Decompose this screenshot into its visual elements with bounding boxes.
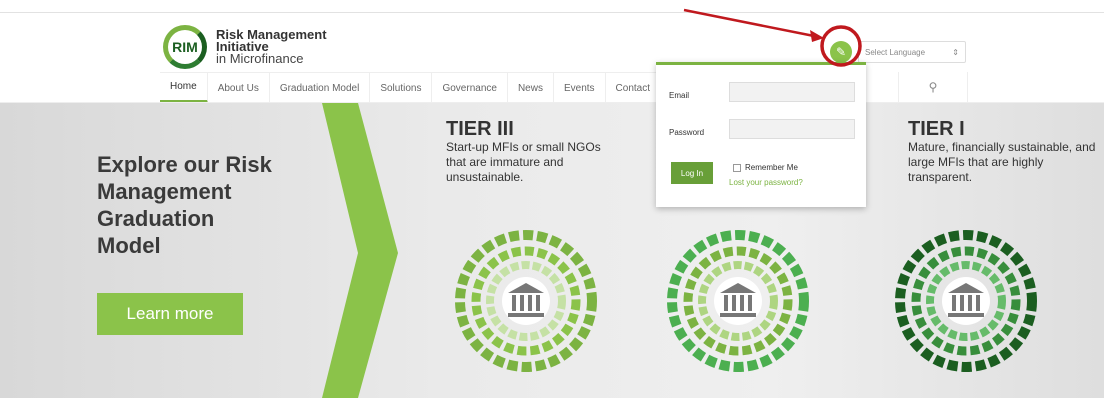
site-header: RIM Risk Management Initiative in Microf… [0,13,1104,71]
nav-news[interactable]: News [508,73,554,103]
nav-governance[interactable]: Governance [432,73,508,103]
hero-banner: Explore our Risk Management Graduation M… [0,103,1104,398]
tier3-title: TIER III [446,118,514,140]
tier1-title: TIER I [908,118,965,140]
tier3-description: Start-up MFIs or small NGOs that are imm… [446,140,601,184]
tier3-block: TIER III Start-up MFIs or small NGOs tha… [446,118,616,185]
login-button[interactable]: Log In [671,162,713,184]
tier1-description: Mature, financially sustainable, and lar… [908,140,1096,184]
tier1-block: TIER I Mature, financially sustainable, … [908,118,1098,185]
nav-contact[interactable]: Contact [606,73,662,103]
lost-password-link[interactable]: Lost your password? [729,178,803,187]
login-dropdown: Email Password Log In Remember Me Lost y… [656,62,866,207]
nav-events[interactable]: Events [554,73,606,103]
remember-me-checkbox[interactable] [733,163,741,172]
email-field[interactable] [729,82,855,102]
site-logo[interactable]: RIM Risk Management Initiative in Microf… [163,25,327,69]
tier2-wheel-icon [667,230,809,372]
nav-home[interactable]: Home [160,73,208,103]
search-icon[interactable]: ⚲ [898,72,968,102]
language-selector: ✎ Select Language ⇕ [830,41,966,63]
email-label: Email [669,91,690,100]
learn-more-button[interactable]: Learn more [97,293,243,335]
nav-about-us[interactable]: About Us [208,73,270,103]
remember-me[interactable]: Remember Me [733,163,798,172]
hero-title: Explore our Risk Management Graduation M… [97,152,272,258]
tier1-wheel-icon [895,230,1037,372]
nav-solutions[interactable]: Solutions [370,73,433,103]
password-field[interactable] [729,119,855,139]
user-login-icon[interactable]: ✎ [830,41,852,63]
select-caret-icon: ⇕ [952,47,959,57]
tier3-wheel-icon [455,230,597,372]
org-name: Risk Management Initiative in Microfinan… [216,27,327,66]
rim-logo-icon: RIM [163,25,207,69]
nav-graduation-model[interactable]: Graduation Model [270,73,371,103]
password-label: Password [669,128,705,137]
language-select[interactable]: Select Language ⇕ [858,41,966,63]
main-nav: Home About Us Graduation Model Solutions… [160,72,662,103]
